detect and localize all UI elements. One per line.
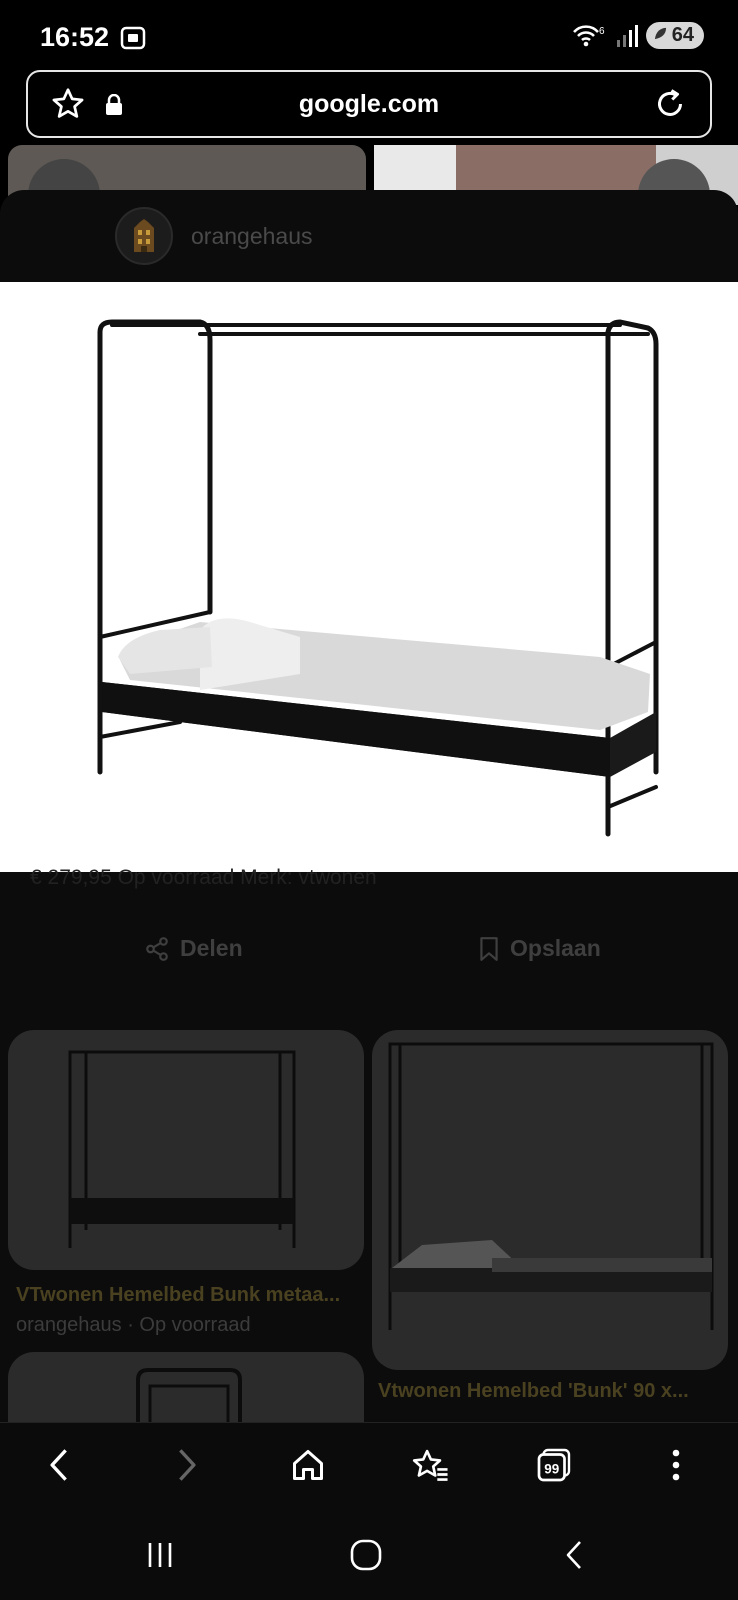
home-icon bbox=[293, 1450, 323, 1480]
save-button[interactable]: Opslaan bbox=[478, 935, 601, 962]
related-result-title[interactable]: Vtwonen Hemelbed 'Bunk' 90 x... bbox=[378, 1380, 723, 1403]
share-button[interactable]: Delen bbox=[144, 935, 243, 962]
browser-toolbar: 99 bbox=[0, 1422, 738, 1506]
source-row[interactable]: orangehaus bbox=[115, 206, 313, 266]
related-result-title[interactable]: VTwonen Hemelbed Bunk metaa... bbox=[16, 1284, 356, 1307]
tabs-button[interactable]: 99 bbox=[530, 1441, 578, 1489]
related-result-card[interactable] bbox=[372, 1030, 728, 1370]
house-logo-icon bbox=[134, 219, 154, 252]
bookmarks-button[interactable] bbox=[406, 1441, 454, 1489]
tabs-count: 99 bbox=[544, 1461, 559, 1476]
related-bed-thumbnail bbox=[68, 1050, 296, 1248]
back-icon bbox=[50, 1449, 67, 1481]
status-bar: 16:52 6 64 bbox=[0, 0, 738, 70]
forward-icon bbox=[179, 1449, 196, 1481]
image-viewer-sheet: orangehaus € 279,95 Op voorraad Merk: vt… bbox=[0, 190, 738, 1422]
related-item-thumbnail bbox=[136, 1368, 242, 1422]
signal-icon bbox=[616, 24, 638, 47]
save-label: Opslaan bbox=[510, 935, 601, 961]
recents-icon bbox=[148, 1543, 172, 1567]
menu-button[interactable] bbox=[652, 1441, 700, 1489]
bookmarks-icon bbox=[412, 1449, 448, 1481]
system-back-button[interactable] bbox=[550, 1534, 598, 1576]
status-icons: 6 64 bbox=[572, 22, 704, 49]
reload-icon[interactable] bbox=[652, 86, 688, 122]
battery-icon: 64 bbox=[645, 22, 704, 49]
home-circle-icon bbox=[350, 1539, 382, 1571]
wifi-icon: 6 bbox=[572, 24, 605, 46]
recents-button[interactable] bbox=[136, 1534, 184, 1576]
tabs-icon: 99 bbox=[537, 1448, 571, 1482]
share-icon bbox=[146, 936, 168, 961]
back-button[interactable] bbox=[36, 1441, 84, 1489]
battery-level: 64 bbox=[671, 24, 694, 46]
related-result-card[interactable] bbox=[8, 1352, 364, 1422]
product-meta-obscured: € 279,95 Op voorraad Merk: vtwonen bbox=[30, 866, 377, 889]
share-label: Delen bbox=[180, 935, 243, 961]
source-name[interactable]: orangehaus bbox=[191, 223, 313, 250]
address-bar[interactable]: google.com bbox=[26, 70, 712, 138]
system-back-icon bbox=[566, 1541, 581, 1569]
bed-illustration bbox=[97, 319, 659, 837]
screen-record-icon bbox=[120, 26, 146, 50]
related-result-card[interactable] bbox=[8, 1030, 364, 1270]
bookmark-icon bbox=[480, 936, 498, 961]
source-logo bbox=[115, 207, 173, 265]
system-navigation-bar bbox=[0, 1506, 738, 1600]
menu-icon bbox=[672, 1449, 680, 1481]
product-image[interactable] bbox=[0, 282, 738, 872]
related-result-subtitle: orangehaus · Op voorraad bbox=[16, 1314, 251, 1336]
wifi-badge: 6 bbox=[599, 26, 605, 37]
forward-button[interactable] bbox=[162, 1441, 210, 1489]
home-system-button[interactable] bbox=[342, 1534, 390, 1576]
leaf-icon bbox=[654, 27, 666, 40]
url-text[interactable]: google.com bbox=[28, 90, 710, 119]
status-time: 16:52 bbox=[40, 22, 110, 52]
related-bed-thumbnail bbox=[388, 1042, 714, 1330]
home-button[interactable] bbox=[284, 1441, 332, 1489]
